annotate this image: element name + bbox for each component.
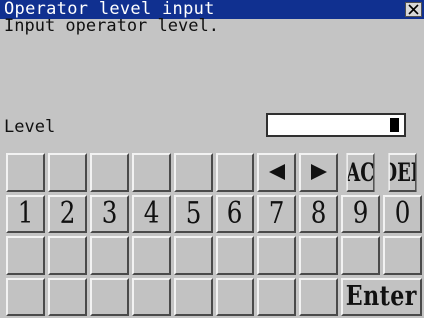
digit-label: 3 [101,196,118,232]
key-digit-2[interactable]: 2 [47,194,87,233]
key-blank[interactable] [131,277,171,316]
key-blank[interactable] [341,236,381,275]
key-blank[interactable] [215,153,255,192]
close-button[interactable] [405,2,422,17]
key-blank[interactable] [257,277,297,316]
key-blank[interactable] [47,277,87,316]
all-clear-button[interactable]: AC [346,153,375,192]
key-digit-7[interactable]: 7 [257,194,297,233]
digit-label: 6 [227,196,243,232]
digit-label: 0 [394,196,411,232]
enter-label: Enter [346,281,418,313]
digit-label: 7 [269,196,285,232]
digit-label: 4 [143,196,159,232]
key-blank[interactable] [6,277,45,316]
keypad: AC DEL 1 2 3 4 5 6 7 8 9 0 Enter [6,153,422,316]
all-clear-label: AC [346,157,375,187]
key-blank[interactable] [89,236,129,275]
left-arrow-icon [268,164,285,181]
key-blank[interactable] [257,236,297,275]
key-digit-6[interactable]: 6 [215,194,255,233]
key-blank[interactable] [131,153,171,192]
key-blank[interactable] [173,277,213,316]
right-arrow-icon [310,164,327,181]
left-arrow-button[interactable] [257,153,297,192]
key-blank[interactable] [47,153,87,192]
key-digit-1[interactable]: 1 [6,194,45,233]
key-digit-0[interactable]: 0 [383,194,422,233]
key-blank[interactable] [173,236,213,275]
right-arrow-button[interactable] [299,153,339,192]
key-blank[interactable] [47,236,87,275]
key-blank[interactable] [6,236,45,275]
key-digit-4[interactable]: 4 [131,194,171,233]
text-cursor [390,118,399,132]
key-digit-3[interactable]: 3 [89,194,129,233]
level-label: Level [4,117,56,137]
digit-label: 2 [59,196,76,232]
key-blank[interactable] [89,277,129,316]
key-blank[interactable] [383,236,422,275]
delete-button[interactable]: DEL [388,153,417,192]
digit-label: 5 [185,196,201,232]
key-blank[interactable] [299,277,339,316]
key-digit-5[interactable]: 5 [173,194,213,233]
key-blank[interactable] [299,236,339,275]
instruction-text: Input operator level. [4,16,219,36]
key-digit-9[interactable]: 9 [341,194,381,233]
level-input[interactable] [266,113,406,137]
digit-label: 8 [310,196,327,232]
key-blank[interactable] [215,236,255,275]
key-digit-8[interactable]: 8 [299,194,339,233]
key-blank[interactable] [89,153,129,192]
digit-label: 9 [352,196,369,232]
key-blank[interactable] [131,236,171,275]
enter-button[interactable]: Enter [341,277,422,316]
delete-label: DEL [390,157,415,187]
digit-label: 1 [17,196,34,232]
key-blank[interactable] [173,153,213,192]
key-blank[interactable] [6,153,45,192]
close-x-icon [408,4,419,15]
key-blank[interactable] [215,277,255,316]
